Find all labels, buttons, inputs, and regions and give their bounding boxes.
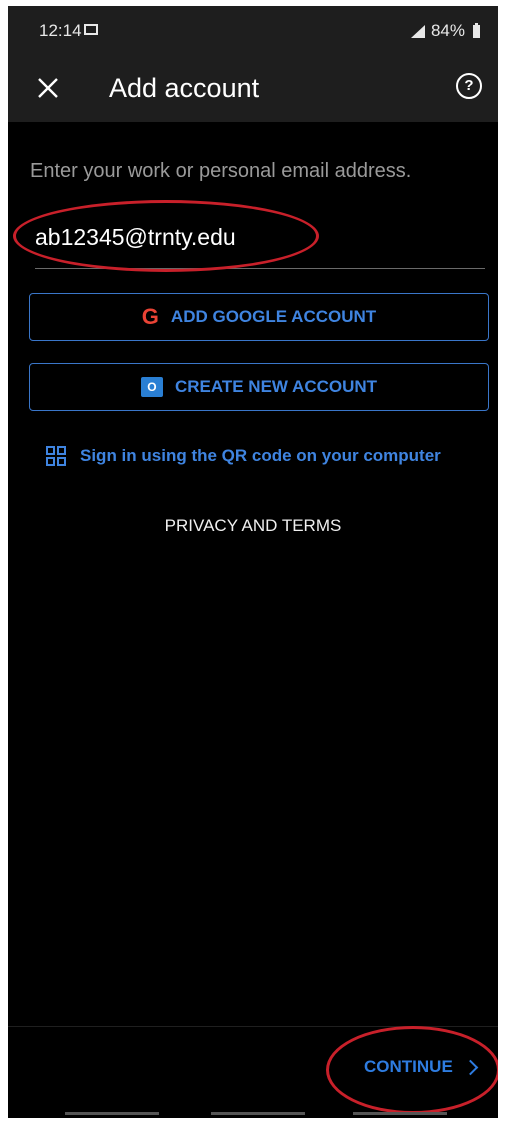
continue-highlight-circle <box>326 1026 498 1114</box>
qr-code-icon <box>46 446 66 466</box>
create-new-account-button[interactable]: O CREATE NEW ACCOUNT <box>29 363 489 411</box>
nav-bar-segment <box>65 1112 159 1115</box>
nav-bar-segment <box>211 1112 305 1115</box>
google-icon: G <box>141 304 159 329</box>
add-google-account-label: ADD GOOGLE ACCOUNT <box>170 307 377 326</box>
app-bar: Add account ? <box>8 56 498 122</box>
gesture-nav-bar <box>8 1110 498 1118</box>
create-new-account-label: CREATE NEW ACCOUNT <box>174 377 378 396</box>
image-notification-icon <box>84 24 98 35</box>
nav-bar-segment <box>353 1112 447 1115</box>
close-icon[interactable] <box>30 70 66 106</box>
outlook-icon: O <box>140 377 163 397</box>
privacy-and-terms-link[interactable]: PRIVACY AND TERMS <box>8 516 498 536</box>
battery-level: 84% <box>430 21 465 40</box>
qr-sign-in-label: Sign in using the QR code on your comput… <box>80 446 441 465</box>
status-bar: 12:14 84% <box>8 6 498 56</box>
qr-sign-in-link[interactable]: Sign in using the QR code on your comput… <box>46 446 441 466</box>
page-title: Add account <box>109 73 260 103</box>
add-google-account-button[interactable]: G ADD GOOGLE ACCOUNT <box>29 293 489 341</box>
battery-icon <box>473 22 480 38</box>
status-time: 12:14 <box>39 21 82 40</box>
signal-icon <box>399 24 425 38</box>
status-indicators: 84% <box>399 21 480 41</box>
help-icon[interactable]: ? <box>456 73 482 99</box>
email-highlight-circle <box>13 200 319 272</box>
email-prompt-label: Enter your work or personal email addres… <box>30 160 412 182</box>
phone-screen: 12:14 84% Add account ? Enter your work … <box>8 6 498 1118</box>
